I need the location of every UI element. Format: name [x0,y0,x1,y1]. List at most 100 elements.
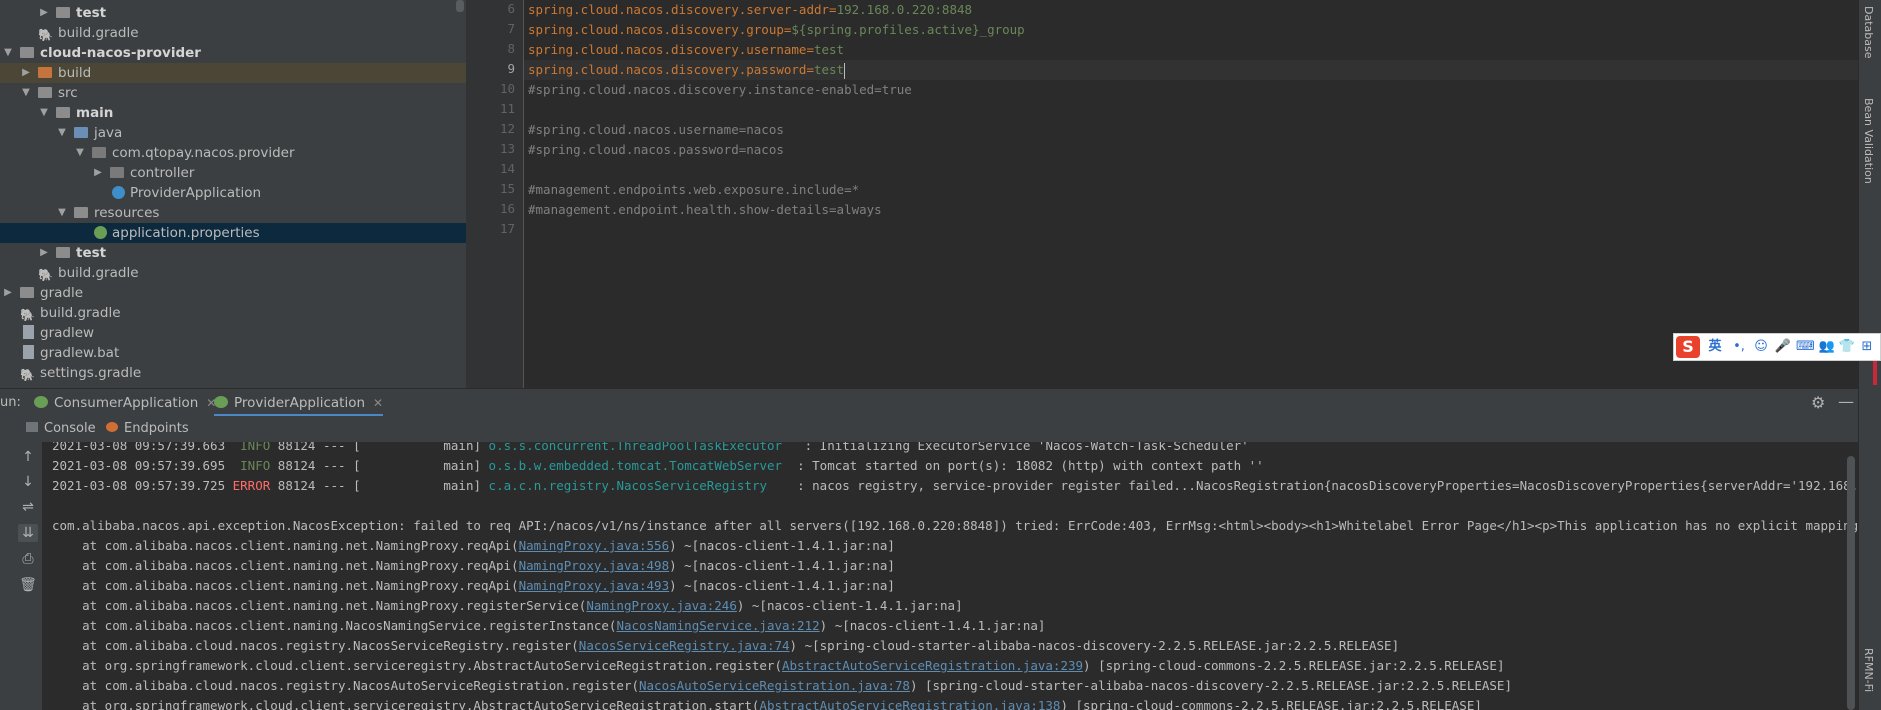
tree-item-java[interactable]: ▼ java [0,123,466,143]
log-logger[interactable]: o.s.s.concurrent.ThreadPoolTaskExecutor [489,442,790,453]
keyboard-icon[interactable]: ⌨ [1796,338,1815,356]
arrow-down-icon[interactable]: ↓ [18,473,38,491]
log-logger[interactable]: o.s.b.w.embedded.tomcat.TomcatWebServer [489,458,790,473]
chevron-down-icon[interactable]: ▼ [20,83,32,103]
gear-icon[interactable]: ⚙ [1811,389,1825,417]
gradle-icon: 🐘 [20,308,35,322]
tree-item-package[interactable]: ▼ com.qtopay.nacos.provider [0,143,466,163]
tree-item-controller[interactable]: ▶ controller [0,163,466,183]
tree-item-application-properties[interactable]: application.properties [0,223,466,243]
code-line[interactable]: spring.cloud.nacos.discovery.username=te… [528,40,844,60]
soft-wrap-icon[interactable]: ⇌ [18,498,38,516]
tree-item-label: gradle [40,285,84,301]
console-scrollbar[interactable] [1847,456,1855,710]
database-tool-tab[interactable]: Database [1862,6,1875,59]
chevron-down-icon[interactable]: ▼ [56,203,68,223]
user-icon[interactable]: 👥 [1818,338,1836,356]
trace-jar: ) ~[nacos-client-1.4.1.jar:na] [736,598,963,613]
code-comment[interactable]: #spring.cloud.nacos.username=nacos [528,120,784,140]
code-comment[interactable]: #spring.cloud.nacos.password=nacos [528,140,784,160]
tree-item-main[interactable]: ▼ main [0,103,466,123]
tree-item-label: test [76,5,107,21]
tree-item-settings-gradle[interactable]: 🐘 settings.gradle [0,363,466,383]
log-date: 2021-03-08 09:57:39.663 [52,442,226,453]
tab-provider-application[interactable]: ProviderApplication ✕ [214,389,384,417]
chevron-down-icon[interactable]: ▼ [38,103,50,123]
gradle-icon: 🐘 [38,28,53,42]
source-link[interactable]: AbstractAutoServiceRegistration.java:239 [782,658,1083,673]
trash-icon[interactable]: 🗑 [18,576,38,594]
code-line-current[interactable]: spring.cloud.nacos.discovery.password=te… [528,60,846,80]
tree-item-build-gradle[interactable]: 🐘 build.gradle [0,303,466,323]
module-folder-icon [20,47,34,58]
close-icon[interactable]: ✕ [373,396,383,410]
arrow-up-icon[interactable]: ↑ [18,448,38,466]
tree-scrollbar[interactable] [456,0,464,12]
tree-item-label: build.gradle [58,265,139,281]
tree-item-build[interactable]: ▶ build [0,63,466,83]
trace-jar: ) [spring-cloud-commons-2.2.5.RELEASE.ja… [1083,658,1505,673]
toolbox-icon[interactable]: ⊞ [1858,338,1876,356]
source-link[interactable]: NamingProxy.java:493 [519,578,670,593]
ime-toolbar[interactable]: S 英 •, ☺ 🎤 ⌨ 👥 👕 ⊞ [1673,333,1881,361]
punctuation-icon[interactable]: •, [1730,338,1748,356]
tree-item-label: gradlew [40,325,95,341]
code-line[interactable]: spring.cloud.nacos.discovery.server-addr… [528,0,972,20]
chevron-right-icon[interactable]: ▶ [38,3,50,23]
resources-folder-icon [74,207,88,218]
code-comment[interactable]: #spring.cloud.nacos.discovery.instance-e… [528,80,912,100]
tree-item-gradle[interactable]: ▶ gradle [0,283,466,303]
code-comment[interactable]: #management.endpoint.health.show-details… [528,200,882,220]
source-link[interactable]: AbstractAutoServiceRegistration.java:138 [759,698,1060,710]
tree-item-test[interactable]: ▶ test [0,3,466,23]
microphone-icon[interactable]: 🎤 [1774,338,1792,356]
tab-label: ConsumerApplication [54,395,199,411]
bean-validation-tool-tab[interactable]: Bean Validation [1862,98,1875,184]
sogou-logo-icon[interactable]: S [1676,336,1700,358]
log-logger[interactable]: c.a.c.n.registry.NacosServiceRegistry [489,478,790,493]
tree-item-gradlew[interactable]: gradlew [0,323,466,343]
chevron-down-icon[interactable]: ▼ [2,43,14,63]
console-output[interactable]: 2021-03-08 09:57:39.663 INFO 88124 --- [… [43,442,1858,710]
emoji-icon[interactable]: ☺ [1752,338,1770,356]
chevron-right-icon[interactable]: ▶ [92,163,104,183]
source-link[interactable]: NacosAutoServiceRegistration.java:78 [639,678,910,693]
code-line[interactable]: spring.cloud.nacos.discovery.group=${spr… [528,20,1025,40]
source-link[interactable]: NacosServiceRegistry.java:74 [579,638,790,653]
code-comment[interactable]: #management.endpoints.web.exposure.inclu… [528,180,859,200]
chevron-right-icon[interactable]: ▶ [2,283,14,303]
log-pid: 88124 [277,458,316,473]
chevron-right-icon[interactable]: ▶ [38,243,50,263]
stack-trace-line: at org.springframework.cloud.client.serv… [52,696,1482,710]
tree-item-provider-application[interactable]: ProviderApplication [0,183,466,203]
chevron-down-icon[interactable]: ▼ [74,143,86,163]
tree-item-test[interactable]: ▶ test [0,243,466,263]
bottom-tool-tab[interactable]: RFMN-Fi [1862,648,1875,692]
trace-jar: ) ~[nacos-client-1.4.1.jar:na] [819,618,1046,633]
trace-jar: ) [spring-cloud-commons-2.2.5.RELEASE.ja… [1060,698,1482,710]
tree-item-resources[interactable]: ▼ resources [0,203,466,223]
scroll-to-end-icon[interactable]: ⇊ [18,524,38,542]
tree-item-build-gradle[interactable]: 🐘 build.gradle [0,263,466,283]
trace-jar: ) ~[nacos-client-1.4.1.jar:na] [669,578,895,593]
source-link[interactable]: NamingProxy.java:498 [519,558,670,573]
tree-item-gradlew-bat[interactable]: gradlew.bat [0,343,466,363]
chevron-right-icon[interactable]: ▶ [20,63,32,83]
ime-mode-toggle[interactable]: 英 [1706,338,1724,356]
tree-item-build-gradle[interactable]: 🐘 build.gradle [0,23,466,43]
log-message: : Tomcat started on port(s): 18082 (http… [789,458,1264,473]
tab-consumer-application[interactable]: ConsumerApplication ✕ [34,389,216,417]
source-link[interactable]: NacosNamingService.java:212 [616,618,819,633]
source-link[interactable]: NamingProxy.java:246 [586,598,737,613]
minimize-icon[interactable]: — [1838,389,1854,415]
skin-icon[interactable]: 👕 [1838,338,1856,356]
source-link[interactable]: NamingProxy.java:556 [519,538,670,553]
tab-label: Endpoints [124,421,189,436]
tree-item-cloud-nacos-provider[interactable]: ▼ cloud-nacos-provider [0,43,466,63]
chevron-down-icon[interactable]: ▼ [56,123,68,143]
tab-endpoints[interactable]: Endpoints [106,416,189,442]
editor[interactable]: 6 7 8 9 10 11 12 13 14 15 16 17 spring.c… [466,0,1858,388]
print-icon[interactable]: ⎙ [18,550,38,568]
tab-console[interactable]: Console [26,416,96,442]
tree-item-src[interactable]: ▼ src [0,83,466,103]
